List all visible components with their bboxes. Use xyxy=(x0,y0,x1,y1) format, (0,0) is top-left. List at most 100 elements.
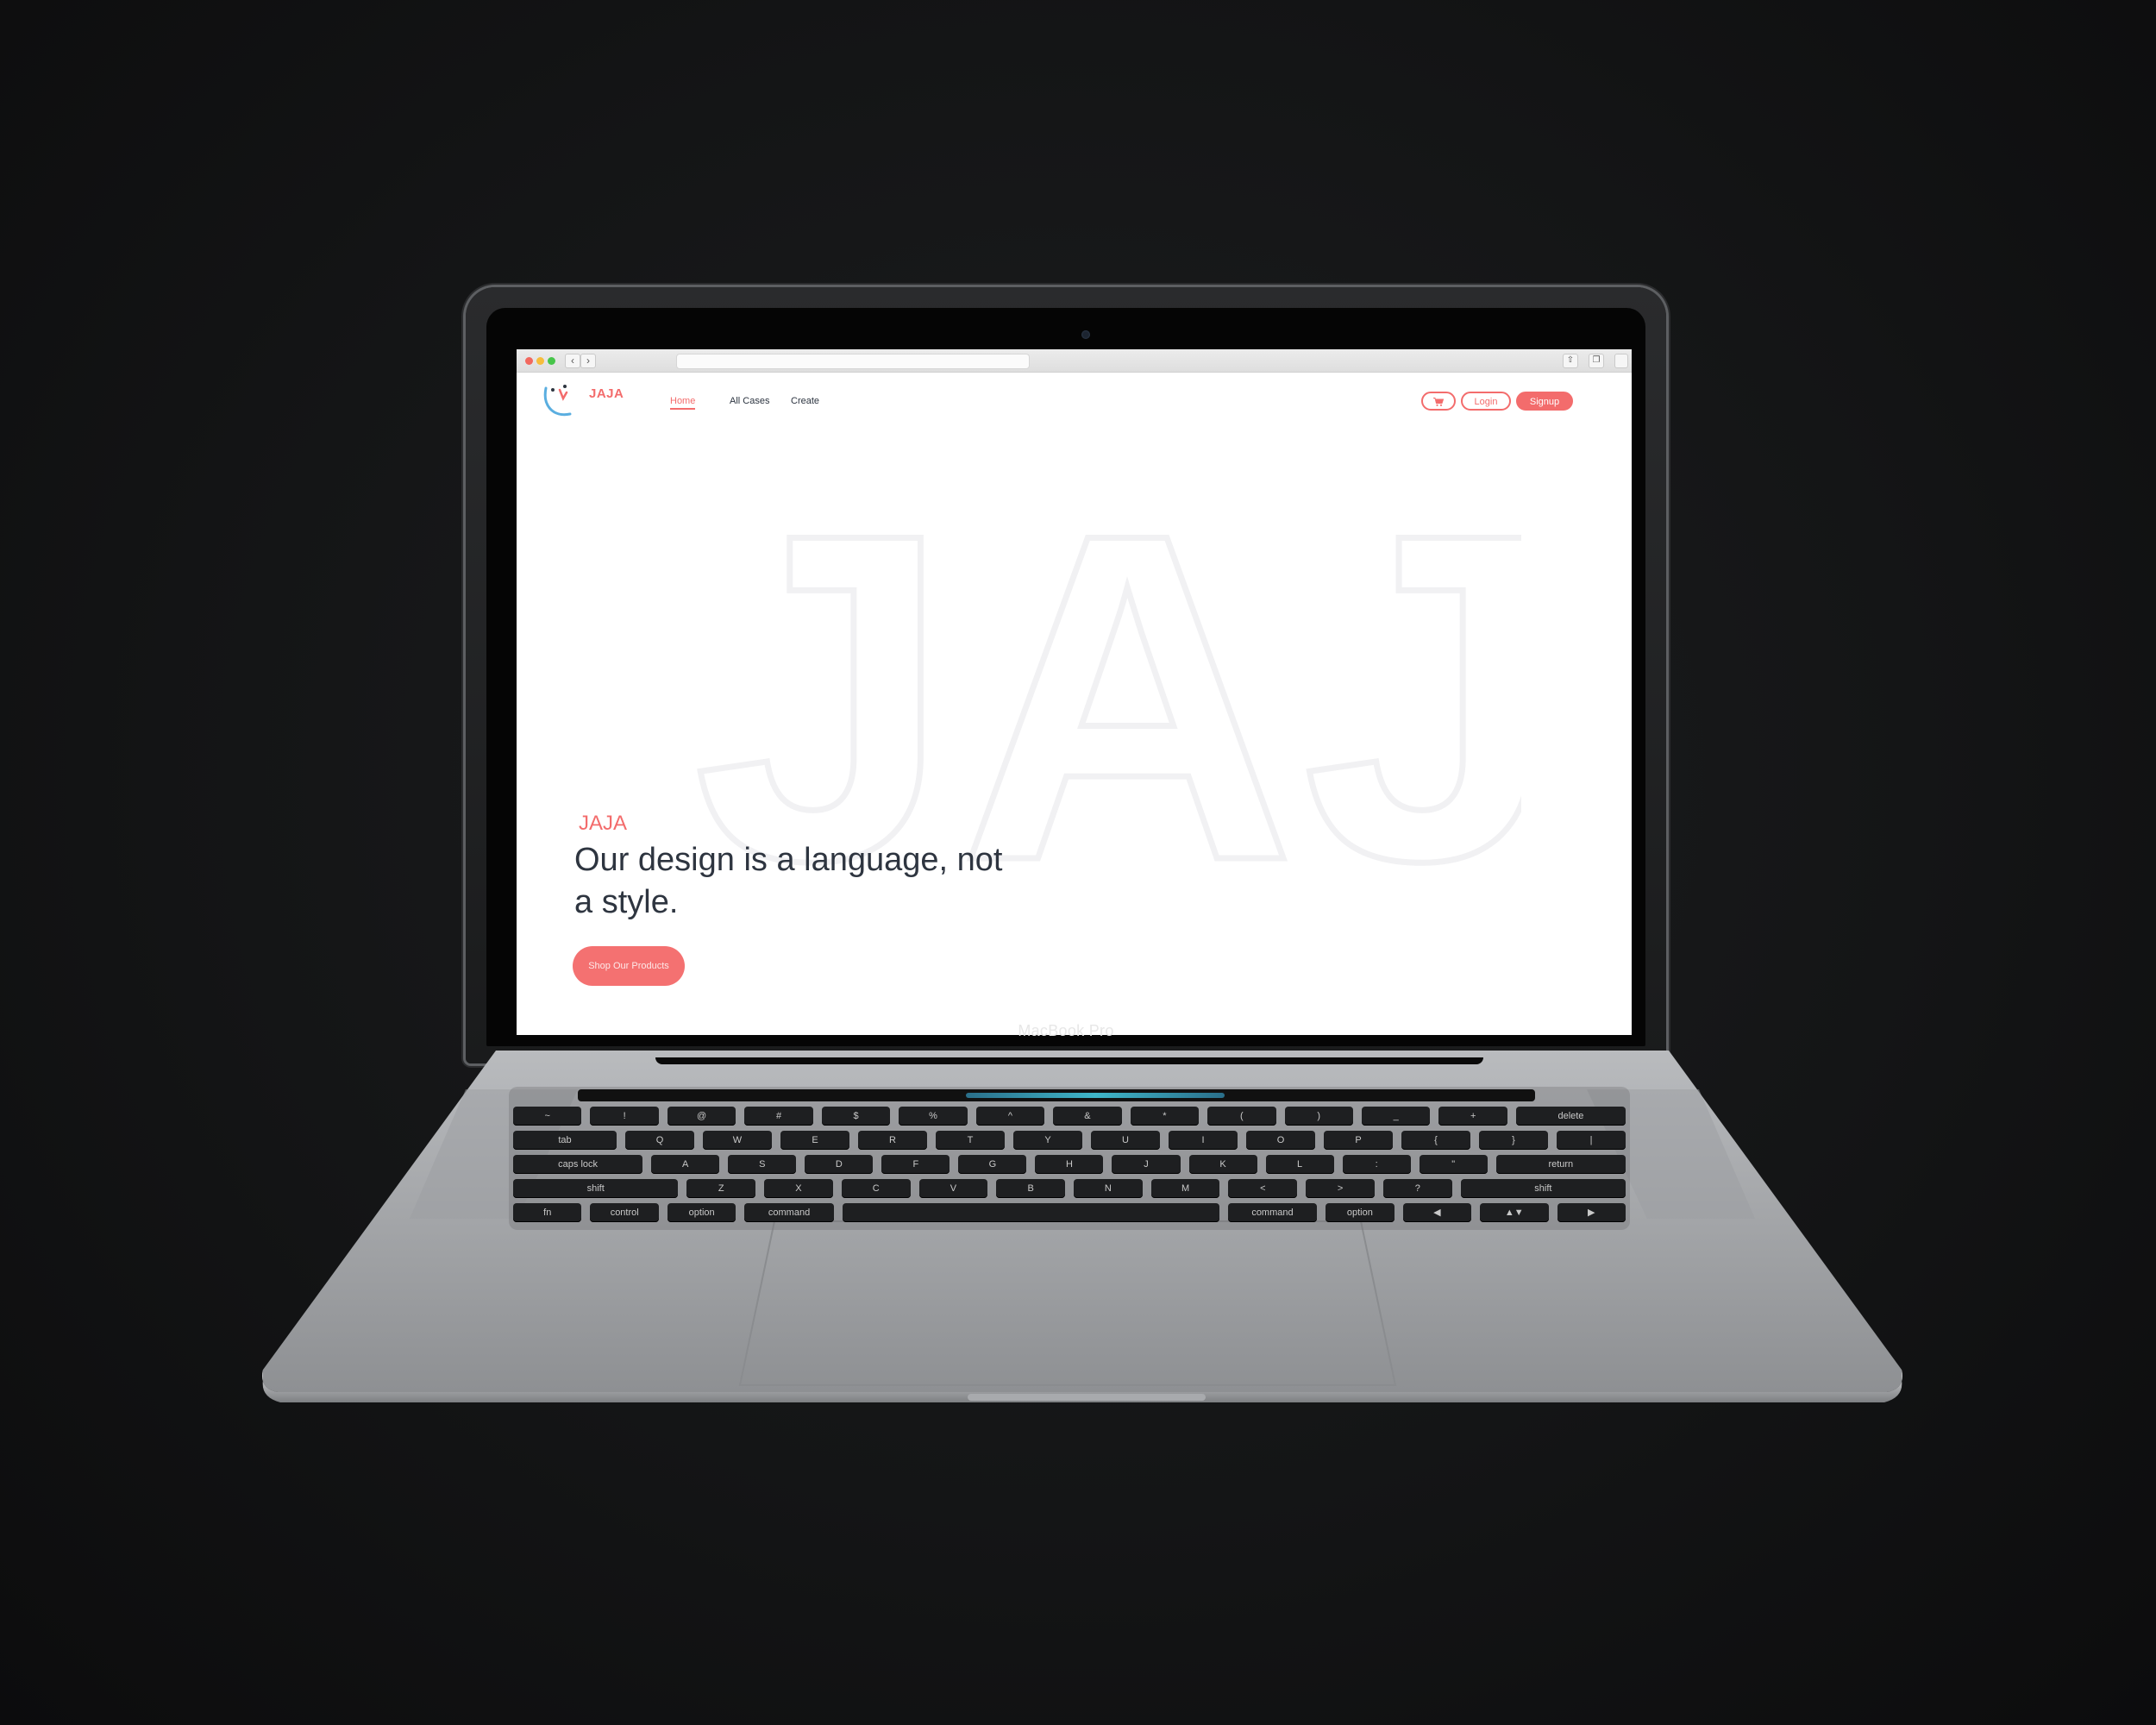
site-header: JAJA Home All Cases Create Login Signup xyxy=(517,373,1632,424)
key-arrow-left[interactable]: ◀ xyxy=(1402,1203,1472,1222)
key-command-right[interactable]: command xyxy=(1227,1203,1318,1222)
key[interactable]: @ xyxy=(667,1107,736,1126)
key-shift-right[interactable]: shift xyxy=(1460,1179,1626,1198)
key[interactable]: * xyxy=(1130,1107,1200,1126)
key[interactable]: | xyxy=(1557,1131,1626,1150)
key-row-modifiers: fn control option command command option… xyxy=(513,1203,1626,1222)
key[interactable]: Y xyxy=(1013,1131,1082,1150)
key[interactable]: D xyxy=(805,1155,874,1174)
key[interactable]: " xyxy=(1419,1155,1488,1174)
key[interactable]: E xyxy=(780,1131,849,1150)
key[interactable]: : xyxy=(1342,1155,1411,1174)
back-arrow-icon[interactable]: ‹ xyxy=(565,354,580,368)
key[interactable]: P xyxy=(1324,1131,1393,1150)
close-window-button[interactable] xyxy=(525,357,533,365)
key[interactable]: # xyxy=(744,1107,813,1126)
laptop-hinge xyxy=(655,1057,1483,1064)
device-brand-label: MacBook Pro xyxy=(1018,1022,1114,1039)
key-row-home: caps lock A S D F G H J K L : " return xyxy=(513,1155,1626,1174)
key[interactable]: Q xyxy=(625,1131,694,1150)
nav-create[interactable]: Create xyxy=(791,396,819,406)
key-arrow-up-down[interactable]: ▲▼ xyxy=(1480,1203,1549,1222)
key[interactable]: ? xyxy=(1382,1179,1452,1198)
key[interactable]: + xyxy=(1438,1107,1507,1126)
camera-icon xyxy=(1081,330,1090,339)
browser-window: ‹ › ⇧ ❐ JAJA Home All Cases Create Login… xyxy=(517,349,1632,1035)
key-space[interactable] xyxy=(842,1203,1219,1222)
cart-button[interactable] xyxy=(1421,392,1456,411)
key[interactable]: % xyxy=(899,1107,968,1126)
key-option-left[interactable]: option xyxy=(667,1203,736,1222)
zoom-window-button[interactable] xyxy=(548,357,555,365)
screen-bezel: ‹ › ⇧ ❐ JAJA Home All Cases Create Login… xyxy=(486,308,1645,1046)
forward-arrow-icon[interactable]: › xyxy=(580,354,596,368)
key[interactable]: V xyxy=(918,1179,988,1198)
key-return[interactable]: return xyxy=(1495,1155,1626,1174)
key[interactable]: F xyxy=(881,1155,950,1174)
key[interactable]: O xyxy=(1246,1131,1315,1150)
key[interactable]: K xyxy=(1188,1155,1257,1174)
key[interactable]: $ xyxy=(821,1107,891,1126)
key[interactable]: S xyxy=(728,1155,797,1174)
key[interactable]: T xyxy=(936,1131,1005,1150)
key[interactable]: ( xyxy=(1207,1107,1276,1126)
smile-logo-icon xyxy=(543,385,572,417)
key[interactable]: } xyxy=(1479,1131,1548,1150)
signup-button[interactable]: Signup xyxy=(1516,392,1573,411)
site-logo[interactable]: JAJA xyxy=(541,380,624,419)
nav-home[interactable]: Home xyxy=(670,396,696,410)
key[interactable]: { xyxy=(1401,1131,1470,1150)
key[interactable]: A xyxy=(651,1155,720,1174)
key[interactable]: ^ xyxy=(975,1107,1045,1126)
key[interactable]: R xyxy=(858,1131,927,1150)
key-delete[interactable]: delete xyxy=(1515,1107,1626,1126)
laptop-base: ~ ! @ # $ % ^ & * ( ) _ + delete tab Q W… xyxy=(259,1051,1906,1430)
key-row-numbers: ~ ! @ # $ % ^ & * ( ) _ + delete xyxy=(513,1107,1626,1126)
key-option-right[interactable]: option xyxy=(1326,1203,1395,1222)
key[interactable]: M xyxy=(1150,1179,1220,1198)
key[interactable]: W xyxy=(703,1131,772,1150)
new-tab-icon[interactable] xyxy=(1614,354,1628,368)
key[interactable]: & xyxy=(1053,1107,1122,1126)
key[interactable]: Z xyxy=(686,1179,756,1198)
laptop-lid: ‹ › ⇧ ❐ JAJA Home All Cases Create Login… xyxy=(466,287,1666,1063)
key-arrow-right[interactable]: ▶ xyxy=(1557,1203,1626,1222)
key-shift-left[interactable]: shift xyxy=(513,1179,679,1198)
key[interactable]: ) xyxy=(1284,1107,1353,1126)
hero-eyebrow: JAJA xyxy=(579,812,628,835)
share-icon[interactable]: ⇧ xyxy=(1563,354,1578,368)
nav-all-cases[interactable]: All Cases xyxy=(730,396,769,406)
keyboard: ~ ! @ # $ % ^ & * ( ) _ + delete tab Q W… xyxy=(513,1089,1626,1226)
key[interactable]: B xyxy=(996,1179,1066,1198)
key-tab[interactable]: tab xyxy=(513,1131,617,1150)
key[interactable]: ~ xyxy=(513,1107,582,1126)
key-caps-lock[interactable]: caps lock xyxy=(513,1155,643,1174)
browser-toolbar: ‹ › ⇧ ❐ xyxy=(517,349,1632,373)
address-bar[interactable] xyxy=(676,354,1030,369)
hero-title: Our design is a language, not a style. xyxy=(574,842,1003,920)
key-command-left[interactable]: command xyxy=(744,1203,834,1222)
key[interactable]: N xyxy=(1074,1179,1143,1198)
shop-products-button[interactable]: Shop Our Products xyxy=(573,946,685,986)
key[interactable]: X xyxy=(764,1179,833,1198)
key[interactable]: > xyxy=(1306,1179,1375,1198)
key[interactable]: H xyxy=(1035,1155,1104,1174)
key-control[interactable]: control xyxy=(590,1203,659,1222)
key[interactable]: _ xyxy=(1361,1107,1431,1126)
login-button[interactable]: Login xyxy=(1461,392,1511,411)
key[interactable]: G xyxy=(958,1155,1027,1174)
cart-icon xyxy=(1433,398,1445,406)
key[interactable]: C xyxy=(841,1179,911,1198)
minimize-window-button[interactable] xyxy=(536,357,544,365)
hero-watermark: JAJA xyxy=(693,479,1521,875)
key[interactable]: I xyxy=(1169,1131,1238,1150)
key[interactable]: J xyxy=(1112,1155,1181,1174)
watermark-text: JAJA xyxy=(693,479,1521,875)
touch-bar[interactable] xyxy=(578,1089,1535,1101)
key[interactable]: ! xyxy=(590,1107,659,1126)
key[interactable]: < xyxy=(1228,1179,1298,1198)
key[interactable]: L xyxy=(1265,1155,1334,1174)
tabs-icon[interactable]: ❐ xyxy=(1589,354,1604,368)
key[interactable]: U xyxy=(1091,1131,1160,1150)
key-fn[interactable]: fn xyxy=(513,1203,582,1222)
